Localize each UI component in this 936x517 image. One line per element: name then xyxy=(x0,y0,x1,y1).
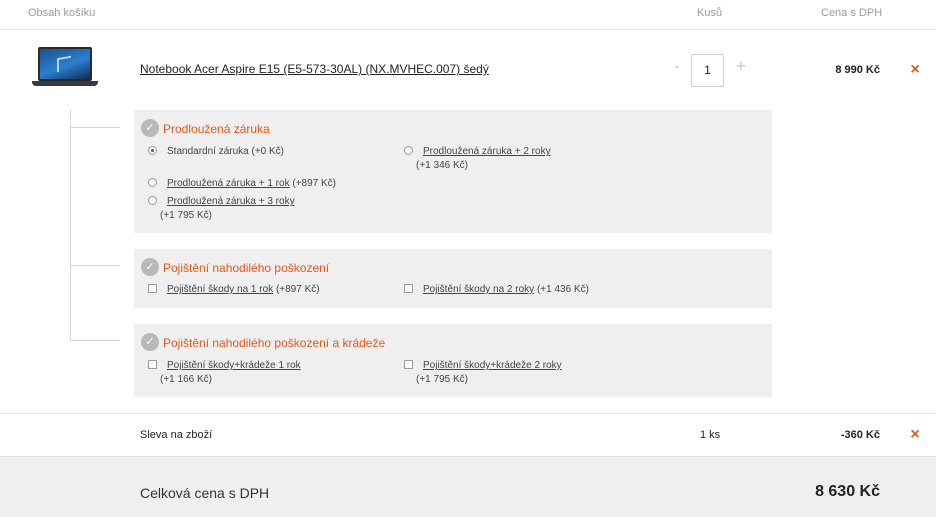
service-title: Prodloužená záruka xyxy=(163,122,270,136)
windows-logo-icon xyxy=(57,55,71,73)
checkbox[interactable] xyxy=(404,360,413,369)
cart-item-row: Notebook Acer Aspire E15 (E5-573-30AL) (… xyxy=(0,30,936,110)
checkbox[interactable] xyxy=(148,284,157,293)
tree-connector-theft-insurance xyxy=(70,340,120,341)
check-badge-icon: ✓ xyxy=(141,333,159,351)
product-price: 8 990 Kč xyxy=(835,64,880,76)
total-row: Celková cena s DPH 8 630 Kč xyxy=(0,456,936,517)
option-label-link[interactable]: Prodloužená záruka + 2 roky xyxy=(423,146,551,157)
option-price: (+0 Kč) xyxy=(251,146,285,157)
header-price: Cena s DPH xyxy=(821,7,883,19)
radio-button[interactable] xyxy=(148,146,157,155)
service-title: Pojištění nahodilého poškození a krádeže xyxy=(163,336,386,350)
option-price: (+1 795 Kč) xyxy=(416,374,468,385)
discount-row: Sleva na zboží 1 ks -360 Kč × xyxy=(0,413,936,456)
tree-connector-warranty xyxy=(70,127,120,128)
warranty-option-1-year[interactable]: Prodloužená záruka + 1 rok (+897 Kč) xyxy=(148,178,336,189)
radio-button[interactable] xyxy=(404,146,413,155)
quantity-input[interactable]: 1 xyxy=(691,54,724,87)
warranty-option-2-years[interactable]: Prodloužená záruka + 2 roky (+1 346 Kč) xyxy=(404,146,551,171)
theft-insurance-option-2-years[interactable]: Pojištění škody+krádeže 2 roky (+1 795 K… xyxy=(404,360,562,385)
option-price: (+1 346 Kč) xyxy=(416,160,468,171)
tree-connector-vertical xyxy=(70,110,71,340)
theft-insurance-option-1-year[interactable]: Pojištění škody+krádeže 1 rok (+1 166 Kč… xyxy=(148,360,301,385)
total-price: 8 630 Kč xyxy=(815,483,880,500)
quantity-increase-button[interactable]: + xyxy=(733,56,749,77)
option-price: (+897 Kč) xyxy=(275,284,320,295)
discount-label: Sleva na zboží xyxy=(140,429,213,441)
header-cart-contents: Obsah košíku xyxy=(28,7,96,19)
check-badge-icon: ✓ xyxy=(141,258,159,276)
option-price: (+1 436 Kč) xyxy=(536,284,589,295)
option-label-link[interactable]: Pojištění škody+krádeže 2 roky xyxy=(423,360,562,371)
header-quantity: Kusů xyxy=(697,7,723,19)
product-name-link[interactable]: Notebook Acer Aspire E15 (E5-573-30AL) (… xyxy=(140,62,489,76)
discount-price: -360 Kč xyxy=(840,429,880,441)
service-panel-damage-insurance: ✓ Pojištění nahodilého poškození Pojiště… xyxy=(134,249,772,308)
warranty-option-3-years[interactable]: Prodloužená záruka + 3 roky (+1 795 Kč) xyxy=(148,196,295,221)
service-panel-warranty: ✓ Prodloužená záruka Standardní záruka (… xyxy=(134,110,772,233)
product-image[interactable] xyxy=(32,47,98,87)
tree-connector-insurance xyxy=(70,265,120,266)
radio-button[interactable] xyxy=(148,178,157,187)
option-label-link[interactable]: Prodloužená záruka + 1 rok xyxy=(167,178,290,189)
insurance-option-1-year[interactable]: Pojištění škody na 1 rok (+897 Kč) xyxy=(148,284,320,295)
option-price: (+897 Kč) xyxy=(292,178,336,189)
discount-quantity: 1 ks xyxy=(700,429,721,441)
laptop-screen xyxy=(38,47,92,81)
warranty-option-standard[interactable]: Standardní záruka (+0 Kč) xyxy=(148,146,284,157)
service-panel-theft-insurance: ✓ Pojištění nahodilého poškození a kráde… xyxy=(134,324,772,397)
option-label-link[interactable]: Prodloužená záruka + 3 roky xyxy=(167,196,295,207)
service-title: Pojištění nahodilého poškození xyxy=(163,261,330,275)
radio-button[interactable] xyxy=(148,196,157,205)
remove-item-close-icon[interactable]: × xyxy=(908,62,922,78)
option-label-link[interactable]: Pojištění škody+krádeže 1 rok xyxy=(167,360,301,371)
quantity-decrease-button[interactable]: - xyxy=(670,58,684,76)
total-label: Celková cena s DPH xyxy=(140,485,270,501)
insurance-option-2-years[interactable]: Pojištění škody na 2 roky (+1 436 Kč) xyxy=(404,284,589,295)
option-label-link[interactable]: Pojištění škody na 2 roky xyxy=(423,284,534,295)
laptop-base xyxy=(32,81,98,86)
option-label: Standardní záruka xyxy=(167,146,249,157)
cart-header: Obsah košíku Kusů Cena s DPH xyxy=(0,0,936,30)
option-price: (+1 795 Kč) xyxy=(160,210,212,221)
check-badge-icon: ✓ xyxy=(141,119,159,137)
option-price: (+1 166 Kč) xyxy=(160,374,212,385)
option-label-link[interactable]: Pojištění škody na 1 rok xyxy=(167,284,273,295)
remove-discount-close-icon[interactable]: × xyxy=(908,427,922,443)
checkbox[interactable] xyxy=(148,360,157,369)
checkbox[interactable] xyxy=(404,284,413,293)
